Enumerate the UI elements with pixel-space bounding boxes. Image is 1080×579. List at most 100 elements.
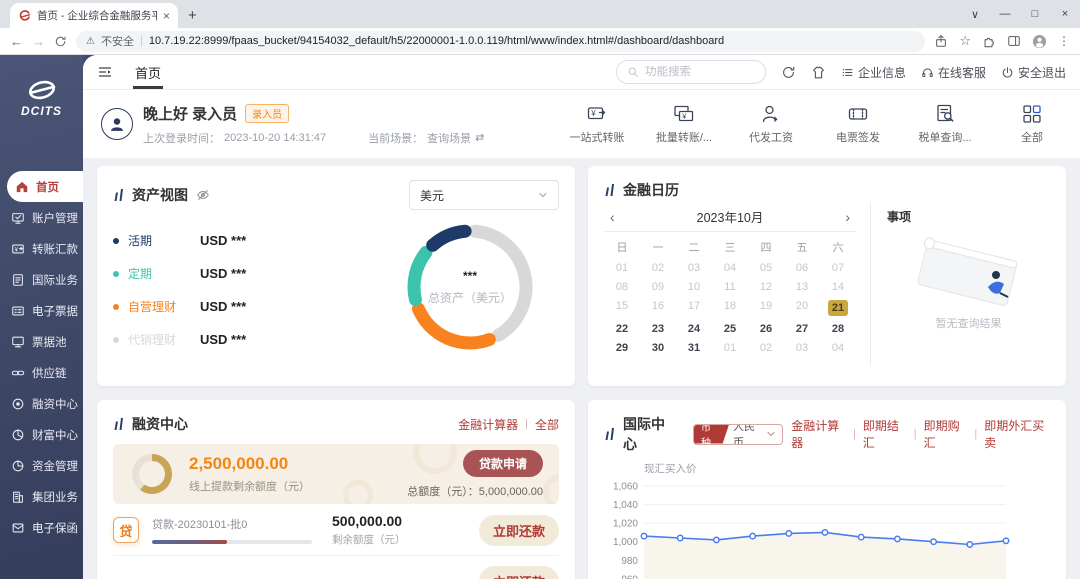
sidebar-item-supply-chain[interactable]: 供应链 bbox=[0, 357, 83, 388]
financial-calendar-card: 金融日历 ‹ 2023年10月 › 日一二三四五六010203040506070… bbox=[588, 166, 1066, 386]
sidebar-item-wealth[interactable]: 财富中心 bbox=[0, 419, 83, 450]
calendar-day[interactable]: 09 bbox=[640, 281, 676, 293]
calendar-day[interactable]: 30 bbox=[640, 342, 676, 354]
calendar-day[interactable]: 26 bbox=[748, 323, 784, 335]
calendar-day[interactable]: 15 bbox=[604, 300, 640, 316]
repay-button[interactable]: 立即还款 bbox=[479, 566, 559, 579]
enterprise-info-link[interactable]: 企业信息 bbox=[841, 64, 906, 81]
sidebar-item-ebill[interactable]: 电子票据 bbox=[0, 295, 83, 326]
menu-fold-icon[interactable] bbox=[97, 64, 113, 80]
calendar-day[interactable]: 03 bbox=[676, 262, 712, 274]
forward-icon[interactable]: → bbox=[32, 34, 45, 49]
repay-button[interactable]: 立即还款 bbox=[479, 515, 559, 546]
window-dropdown-icon[interactable]: ∨ bbox=[960, 0, 990, 28]
function-search[interactable] bbox=[616, 60, 766, 84]
intl-link-3[interactable]: 即期外汇买卖 bbox=[984, 417, 1050, 451]
bookmark-star-icon[interactable]: ☆ bbox=[959, 33, 971, 49]
calendar-day[interactable]: 05 bbox=[748, 262, 784, 274]
quick-action-onestop-transfer[interactable]: ¥一站式转账 bbox=[567, 103, 627, 145]
sidebar-item-accounts[interactable]: 账户管理 bbox=[0, 202, 83, 233]
logout-link[interactable]: 安全退出 bbox=[1001, 64, 1066, 81]
calendar-day[interactable]: 10 bbox=[676, 281, 712, 293]
calendar-day[interactable]: 31 bbox=[676, 342, 712, 354]
profile-avatar-icon[interactable] bbox=[1032, 34, 1047, 49]
calendar-day[interactable]: 04 bbox=[712, 262, 748, 274]
sidebar-item-transfer[interactable]: ¥转账汇款 bbox=[0, 233, 83, 264]
calendar-day[interactable]: 12 bbox=[748, 281, 784, 293]
scene-switch-icon[interactable]: ⇄ bbox=[475, 131, 484, 144]
quick-action-payroll[interactable]: 代发工资 bbox=[741, 103, 801, 145]
eye-off-icon[interactable] bbox=[196, 188, 210, 202]
tab-close-icon[interactable]: × bbox=[163, 9, 170, 23]
calendar-next-icon[interactable]: › bbox=[830, 209, 850, 225]
financing-all-link[interactable]: 全部 bbox=[535, 416, 559, 433]
side-panel-icon[interactable] bbox=[1007, 34, 1021, 48]
calendar-prev-icon[interactable]: ‹ bbox=[610, 209, 630, 225]
loan-row-partial: 立即还款 bbox=[113, 556, 559, 579]
calendar-day[interactable]: 04 bbox=[820, 342, 856, 354]
calendar-day[interactable]: 28 bbox=[820, 323, 856, 335]
quick-action-all[interactable]: 全部 bbox=[1002, 103, 1062, 145]
calendar-day[interactable]: 20 bbox=[784, 300, 820, 316]
donut-center: *** 总资产（美元） bbox=[428, 269, 512, 306]
calendar-day[interactable]: 22 bbox=[604, 323, 640, 335]
calendar-day[interactable]: 19 bbox=[748, 300, 784, 316]
refresh-icon[interactable] bbox=[781, 65, 796, 80]
calendar-day[interactable]: 13 bbox=[784, 281, 820, 293]
reload-icon[interactable] bbox=[54, 35, 67, 48]
calendar-day[interactable]: 02 bbox=[748, 342, 784, 354]
sidebar-item-home[interactable]: 首页 bbox=[7, 171, 83, 202]
intl-link-1[interactable]: 即期结汇 bbox=[863, 417, 907, 451]
theme-skin-icon[interactable] bbox=[811, 65, 826, 80]
calendar-day[interactable]: 14 bbox=[820, 281, 856, 293]
search-input[interactable] bbox=[645, 66, 745, 78]
finance-calculator-link[interactable]: 金融计算器 bbox=[458, 416, 518, 433]
calendar-day[interactable]: 07 bbox=[820, 262, 856, 274]
calendar-day[interactable]: 03 bbox=[784, 342, 820, 354]
calendar-day[interactable]: 08 bbox=[604, 281, 640, 293]
loan-apply-button[interactable]: 贷款申请 bbox=[463, 450, 543, 477]
window-maximize-icon[interactable]: □ bbox=[1020, 0, 1050, 28]
quick-action-batch-transfer[interactable]: ¥批量转账/... bbox=[654, 103, 714, 145]
legend-label: 自营理财 bbox=[128, 298, 200, 315]
calendar-day[interactable]: 02 bbox=[640, 262, 676, 274]
sidebar-item-bill-pool[interactable]: 票据池 bbox=[0, 326, 83, 357]
address-bar[interactable]: ⚠ 不安全 | 10.7.19.22:8999/fpaas_bucket/941… bbox=[76, 31, 925, 52]
sidebar-item-international[interactable]: 国际业务 bbox=[0, 264, 83, 295]
legend-dot bbox=[113, 271, 119, 277]
window-minimize-icon[interactable]: — bbox=[990, 0, 1020, 28]
calendar-day[interactable]: 17 bbox=[676, 300, 712, 316]
calendar-day[interactable]: 01 bbox=[604, 262, 640, 274]
calendar-day[interactable]: 27 bbox=[784, 323, 820, 335]
intl-link-0[interactable]: 金融计算器 bbox=[791, 417, 846, 451]
quick-action-tax-query[interactable]: 税单查询... bbox=[915, 103, 975, 145]
sidebar-item-financing[interactable]: 融资中心 bbox=[0, 388, 83, 419]
calendar-day[interactable]: 16 bbox=[640, 300, 676, 316]
calendar-day[interactable]: 24 bbox=[676, 323, 712, 335]
extensions-puzzle-icon[interactable] bbox=[982, 34, 996, 48]
calendar-day-selected[interactable]: 21 bbox=[828, 300, 848, 316]
window-close-icon[interactable]: × bbox=[1050, 0, 1080, 28]
calendar-day[interactable]: 06 bbox=[784, 262, 820, 274]
legend-dot bbox=[113, 238, 119, 244]
back-icon[interactable]: ← bbox=[10, 34, 23, 49]
browser-menu-icon[interactable]: ⋮ bbox=[1058, 34, 1070, 48]
calendar-day[interactable]: 25 bbox=[712, 323, 748, 335]
calendar-day[interactable]: 11 bbox=[712, 281, 748, 293]
sidebar-item-funds[interactable]: 资金管理 bbox=[0, 450, 83, 481]
browser-tab[interactable]: 首页 - 企业综合金融服务平台 × bbox=[10, 3, 178, 28]
sidebar-item-group[interactable]: 集团业务 bbox=[0, 481, 83, 512]
currency-filter[interactable]: 币种 人民币 bbox=[693, 424, 783, 445]
calendar-day[interactable]: 01 bbox=[712, 342, 748, 354]
quick-action-ebill-issue[interactable]: 电票签发 bbox=[828, 103, 888, 145]
intl-link-2[interactable]: 即期购汇 bbox=[924, 417, 968, 451]
calendar-day[interactable]: 18 bbox=[712, 300, 748, 316]
tab-home[interactable]: 首页 bbox=[133, 55, 163, 89]
online-service-link[interactable]: 在线客服 bbox=[921, 64, 986, 81]
currency-select[interactable]: 美元 bbox=[409, 180, 559, 210]
sidebar-item-guarantee[interactable]: 电子保函 bbox=[0, 512, 83, 543]
calendar-day[interactable]: 23 bbox=[640, 323, 676, 335]
calendar-day[interactable]: 29 bbox=[604, 342, 640, 354]
share-icon[interactable] bbox=[934, 34, 948, 48]
new-tab-button[interactable]: + bbox=[188, 7, 197, 24]
